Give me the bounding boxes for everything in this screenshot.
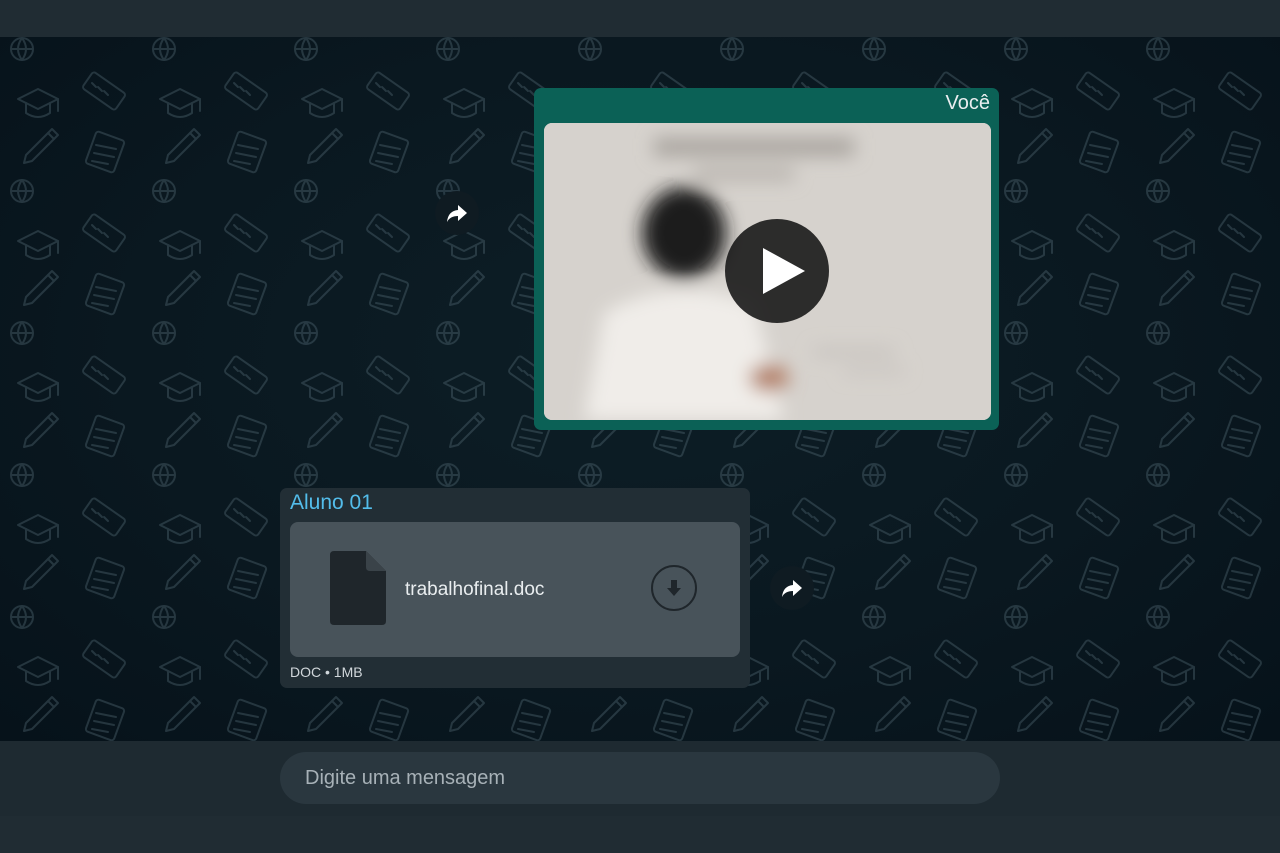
sender-name: Você xyxy=(945,92,990,114)
download-arrow-icon xyxy=(667,580,681,596)
play-button[interactable] xyxy=(725,219,829,323)
forward-button[interactable] xyxy=(770,566,814,610)
document-meta: DOC • 1MB xyxy=(290,664,363,680)
forward-button[interactable] xyxy=(435,191,479,235)
top-bar xyxy=(0,0,1280,37)
video-thumbnail[interactable] xyxy=(544,123,991,420)
sender-name: Aluno 01 xyxy=(290,491,373,514)
play-icon xyxy=(763,248,805,294)
document-card[interactable]: trabalhofinal.doc xyxy=(290,522,740,657)
forward-arrow-icon xyxy=(782,580,802,597)
document-file-name: trabalhofinal.doc xyxy=(405,579,545,600)
chat-area[interactable]: Você Aluno 01 trabalhofinal.doc DOC • 1M… xyxy=(0,37,1280,741)
document-file-icon xyxy=(330,551,386,625)
forward-arrow-icon xyxy=(447,205,467,222)
incoming-document-message[interactable]: Aluno 01 trabalhofinal.doc DOC • 1MB xyxy=(280,488,750,688)
message-input[interactable] xyxy=(280,752,1000,804)
outgoing-video-message[interactable]: Você xyxy=(534,88,999,430)
composer-bar xyxy=(0,741,1280,816)
chat-window: Você Aluno 01 trabalhofinal.doc DOC • 1M… xyxy=(0,0,1280,853)
bottom-strip xyxy=(0,816,1280,853)
download-button[interactable] xyxy=(651,565,697,611)
